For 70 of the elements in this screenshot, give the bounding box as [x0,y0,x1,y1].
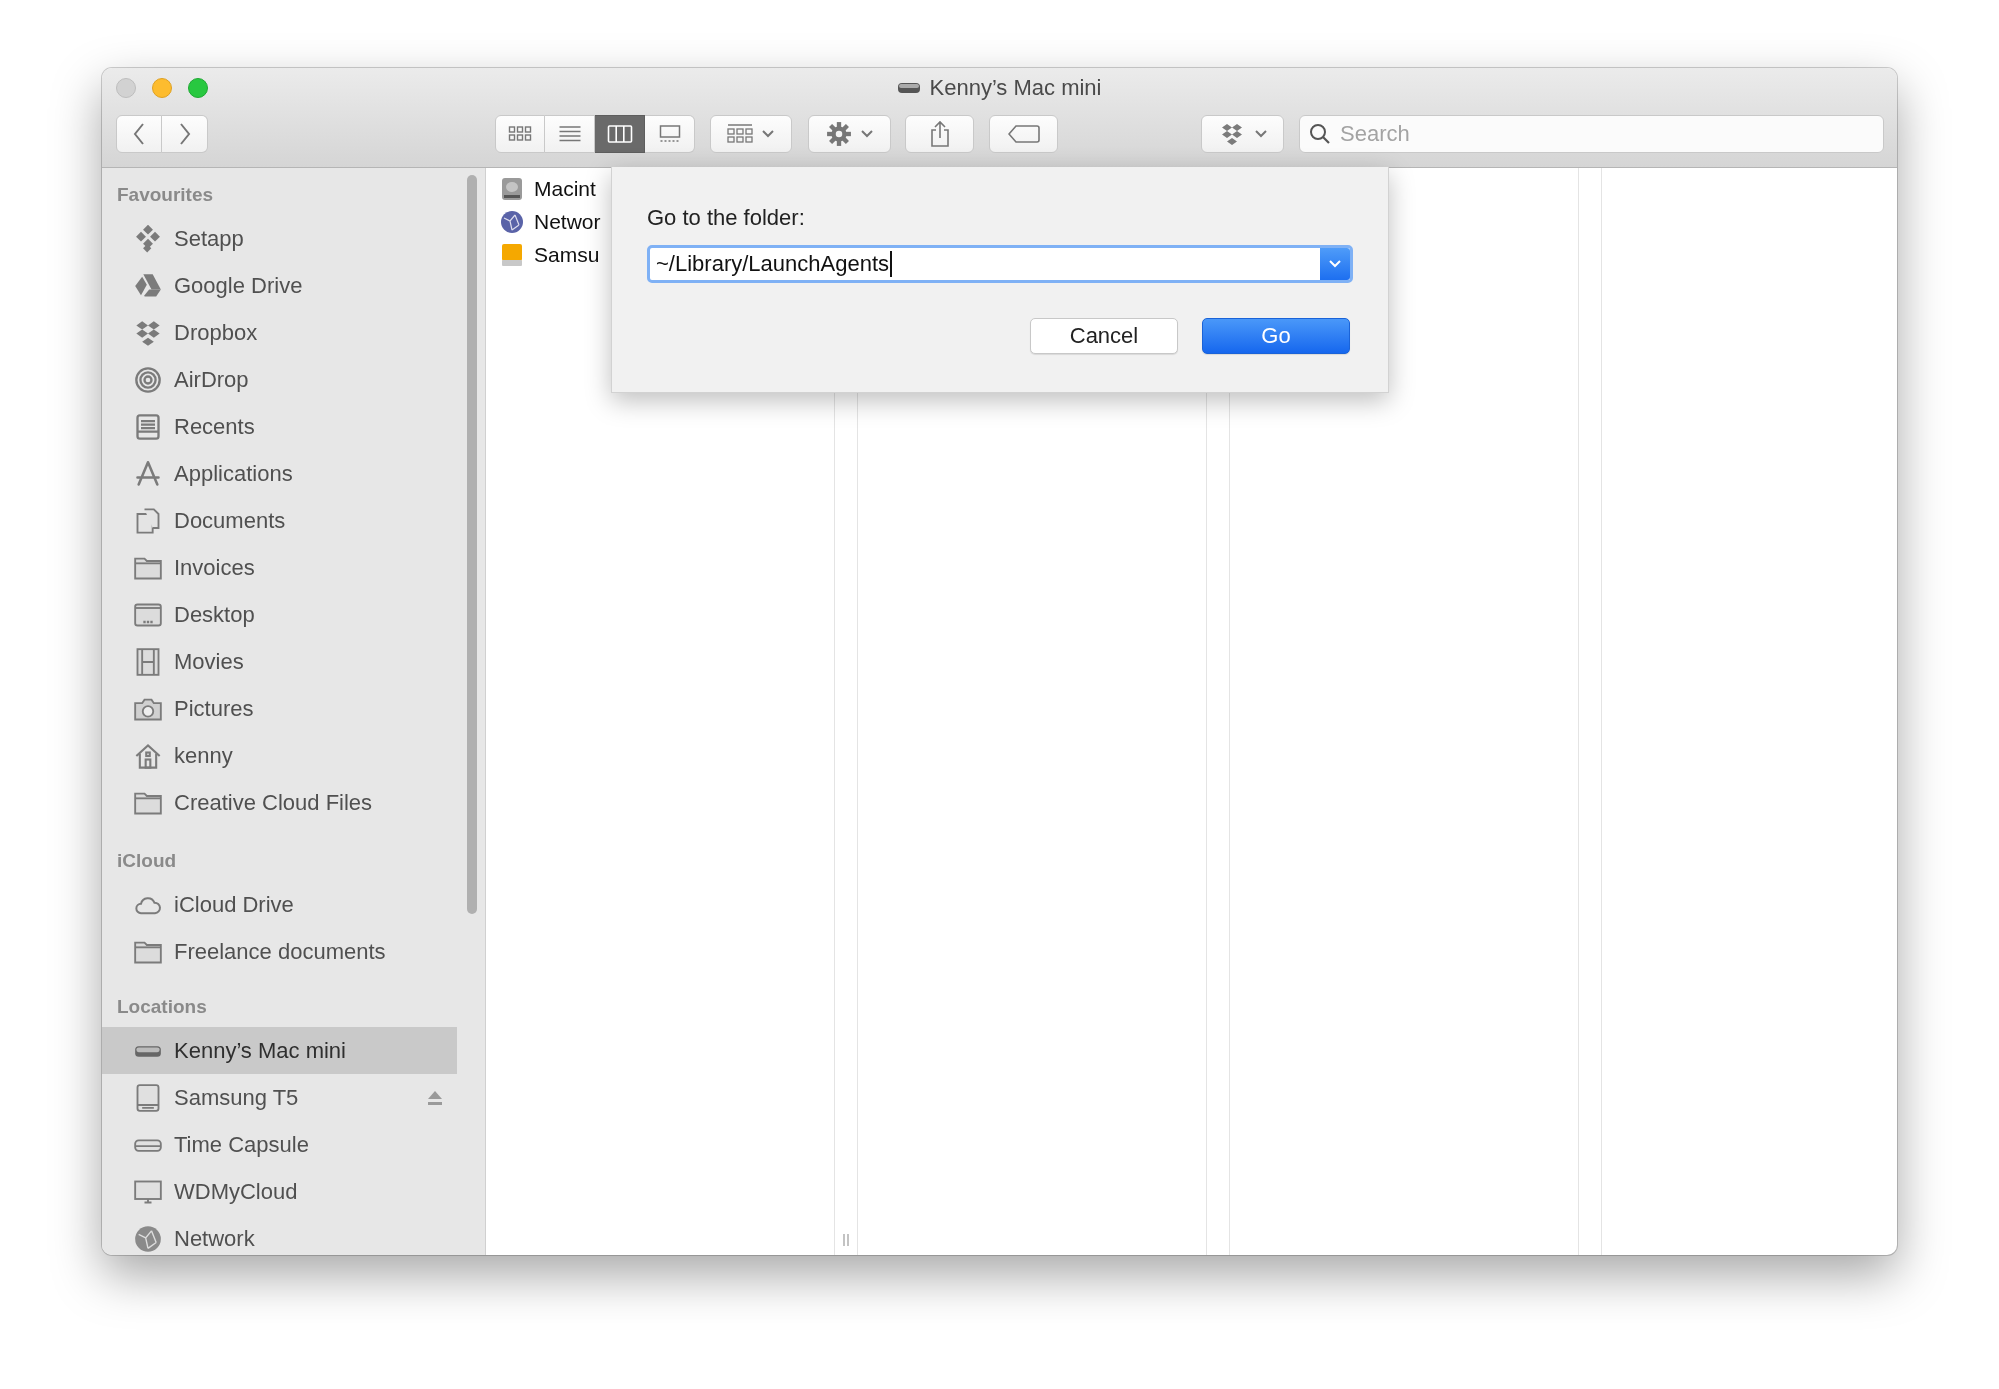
share-button[interactable] [905,115,974,153]
folder-path-field[interactable]: ~/Library/LaunchAgents [647,245,1353,283]
dialog-button[interactable]: Cancel [1030,318,1178,354]
dropdown-button[interactable] [1320,248,1350,280]
compass-icon [134,459,162,488]
dialog-label: Go to the folder: [647,205,806,231]
external-drive-icon [500,242,524,267]
section-header: Locations [117,996,207,1018]
group-button[interactable] [710,115,792,153]
mac-mini-icon [897,82,920,94]
column-item[interactable]: Macint [534,176,596,201]
sidebar-item[interactable]: Invoices [102,544,457,591]
sidebar-item[interactable]: Recents [102,403,457,450]
column-item[interactable]: Samsu [534,242,600,267]
sidebar-item[interactable]: Samsung T5 [102,1074,457,1121]
minimize-button[interactable] [152,78,172,98]
sidebar-item[interactable]: WDMyCloud [102,1168,457,1215]
sidebar-item[interactable]: Google Drive [102,262,457,309]
tag-icon [1007,125,1040,143]
sidebar-item[interactable]: Setapp [102,215,457,262]
sidebar-item[interactable]: Time Capsule [102,1121,457,1168]
sidebar-item[interactable]: Creative Cloud Files [102,779,457,826]
sidebar-item[interactable]: Kenny’s Mac mini [102,1027,457,1074]
section-header: iCloud [117,850,177,872]
column-view-icon [606,122,633,146]
sidebar-item[interactable]: Applications [102,450,457,497]
dialog-button[interactable]: Go [1202,318,1350,354]
section-header: Favourites [117,184,214,206]
chevron-down-icon [859,129,874,139]
zoom-button[interactable] [188,78,208,98]
globe-icon [500,209,524,234]
sidebar-item[interactable]: AirDrop [102,356,457,403]
column-item[interactable]: Networ [534,209,601,234]
action-button[interactable] [808,115,891,153]
sidebar-item[interactable]: iCloud Drive [102,881,457,928]
triangle-drive-icon [134,271,162,300]
chevron-left-icon [132,122,146,146]
sidebar-item[interactable]: Freelance documents [102,928,457,975]
grid-icon [727,123,753,145]
dropbox-button[interactable] [1201,115,1284,153]
diamond-cluster-icon [134,224,162,253]
share-icon [928,120,951,148]
search-icon [1309,123,1331,145]
film-icon [134,647,162,676]
chevron-down-icon [1328,259,1342,269]
external-drive-icon [134,1083,162,1112]
text-cursor [890,251,892,277]
view-mode-button[interactable] [595,115,645,153]
back-button[interactable] [116,115,162,153]
sidebar-item[interactable]: Network [102,1215,457,1255]
scrollbar-thumb[interactable] [467,175,477,914]
resize-handle-icon[interactable] [842,1233,850,1247]
gear-icon [825,121,852,147]
tag-button[interactable] [989,115,1058,153]
sidebar-item[interactable]: Desktop [102,591,457,638]
forward-button[interactable] [162,115,208,153]
chevron-down-icon [761,129,775,139]
sidebar-item[interactable]: kenny [102,732,457,779]
sidebar-item[interactable]: Pictures [102,685,457,732]
tray-icon [134,412,162,441]
search-field[interactable]: Search [1299,115,1884,153]
sidebar-item[interactable]: Documents [102,497,457,544]
chevron-down-icon [1253,129,1268,139]
eject-icon[interactable] [427,1089,443,1106]
window-title: Kenny’s Mac mini [929,75,1102,101]
document-icon [134,506,162,535]
sidebar-item[interactable]: Movies [102,638,457,685]
chevron-right-icon [177,122,192,146]
concentric-arcs-icon [134,365,162,394]
sidebar-item[interactable]: Dropbox [102,309,457,356]
